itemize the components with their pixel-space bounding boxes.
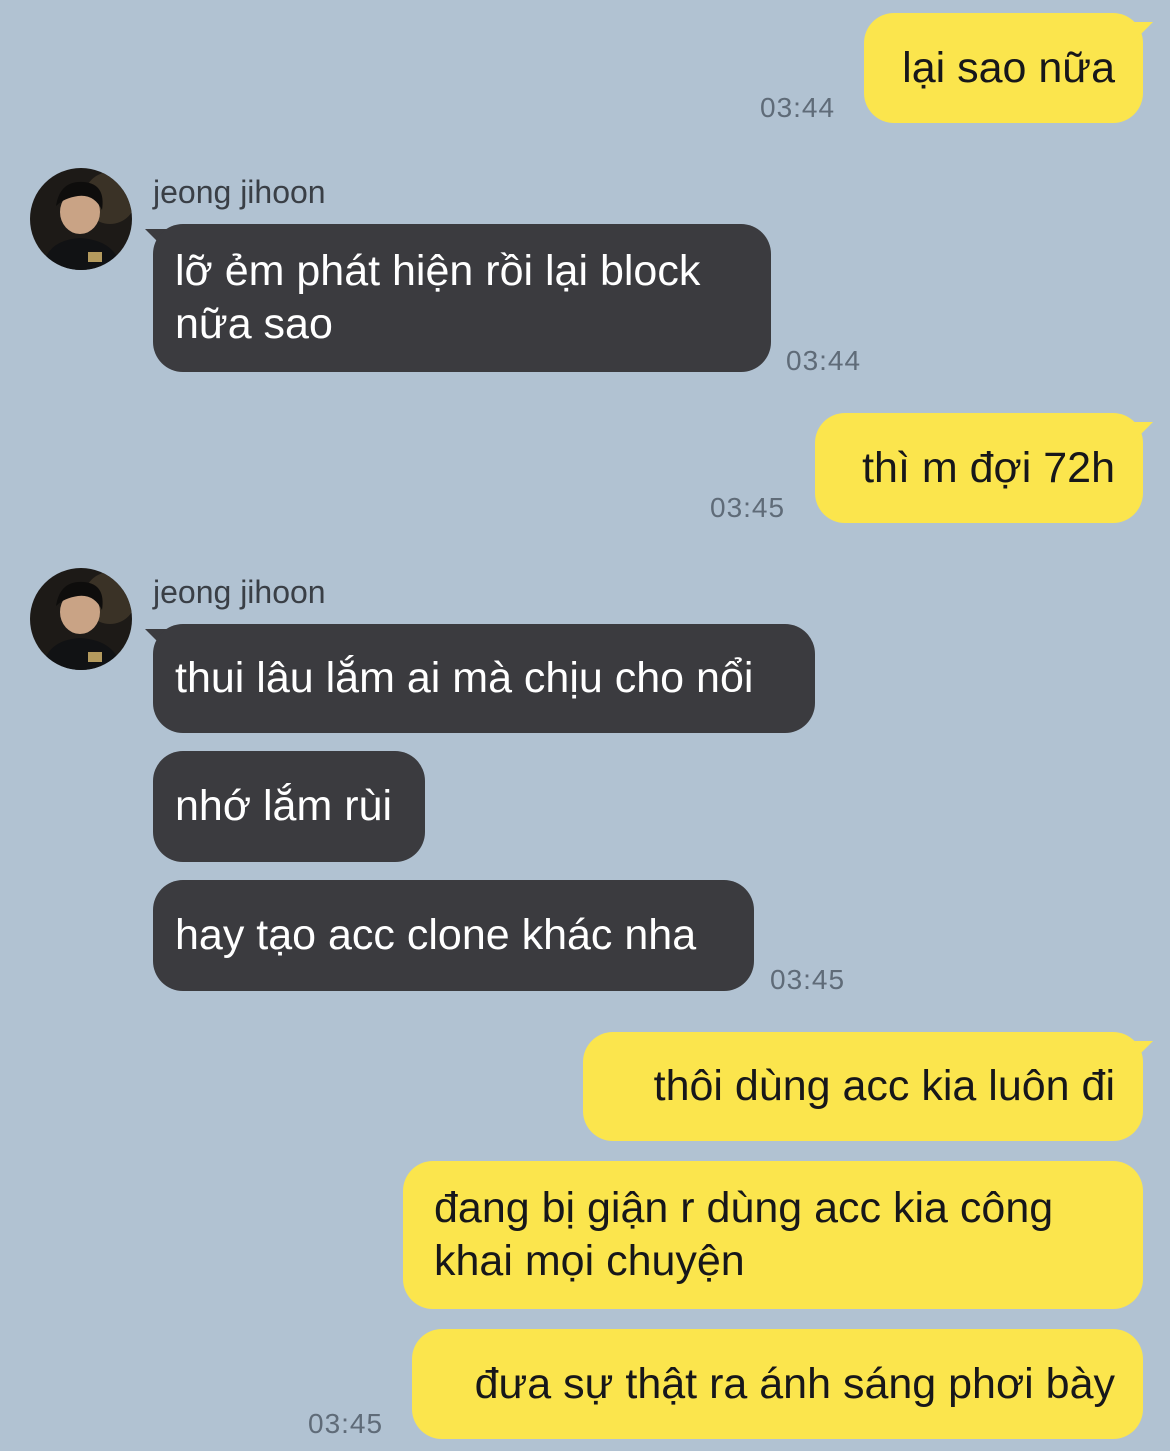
message-timestamp: 03:44 bbox=[760, 92, 836, 123]
message-bubble-outgoing[interactable]: đang bị giận r dùng acc kia công khai mọ… bbox=[403, 1161, 1143, 1309]
bubble-tail bbox=[1131, 1041, 1153, 1063]
message-bubble-incoming[interactable]: nhớ lắm rùi bbox=[153, 751, 425, 862]
contact-avatar[interactable] bbox=[30, 568, 132, 670]
message-text: đang bị giận r dùng acc kia công khai mọ… bbox=[434, 1184, 1054, 1285]
message-timestamp: 03:45 bbox=[710, 492, 786, 523]
message-bubble-outgoing[interactable]: thôi dùng acc kia luôn đi bbox=[583, 1032, 1143, 1141]
message-bubble-outgoing[interactable]: thì m đợi 72h bbox=[815, 413, 1143, 523]
message-text: thui lâu lắm ai mà chịu cho nổi bbox=[175, 654, 754, 702]
message-text: thì m đợi 72h bbox=[862, 443, 1115, 492]
message-text: hay tạo acc clone khác nha bbox=[175, 911, 697, 959]
message-bubble-outgoing[interactable]: đưa sự thật ra ánh sáng phơi bày bbox=[412, 1329, 1143, 1439]
message-text: thôi dùng acc kia luôn đi bbox=[653, 1062, 1115, 1110]
message-bubble-incoming[interactable]: thui lâu lắm ai mà chịu cho nổi bbox=[153, 624, 815, 733]
message-text: lỡ ẻm phát hiện rồi lại block nữa sao bbox=[175, 247, 701, 348]
avatar-icon bbox=[30, 168, 132, 270]
sender-name: jeong jihoon bbox=[153, 174, 326, 210]
message-text: đưa sự thật ra ánh sáng phơi bày bbox=[474, 1359, 1115, 1408]
message-timestamp: 03:44 bbox=[786, 345, 862, 376]
bubble-tail bbox=[1131, 422, 1153, 444]
message-bubble-incoming[interactable]: hay tạo acc clone khác nha bbox=[153, 880, 754, 991]
message-timestamp: 03:45 bbox=[770, 964, 846, 995]
message-bubble-outgoing[interactable]: lại sao nữa bbox=[864, 13, 1143, 123]
bubble-tail bbox=[1131, 22, 1153, 44]
avatar-icon bbox=[30, 568, 132, 670]
sender-name: jeong jihoon bbox=[153, 574, 326, 610]
message-text: nhớ lắm rùi bbox=[175, 782, 392, 830]
message-bubble-incoming[interactable]: lỡ ẻm phát hiện rồi lại block nữa sao bbox=[153, 224, 771, 372]
message-timestamp: 03:45 bbox=[308, 1408, 384, 1439]
message-text: lại sao nữa bbox=[902, 43, 1115, 92]
contact-avatar[interactable] bbox=[30, 168, 132, 270]
